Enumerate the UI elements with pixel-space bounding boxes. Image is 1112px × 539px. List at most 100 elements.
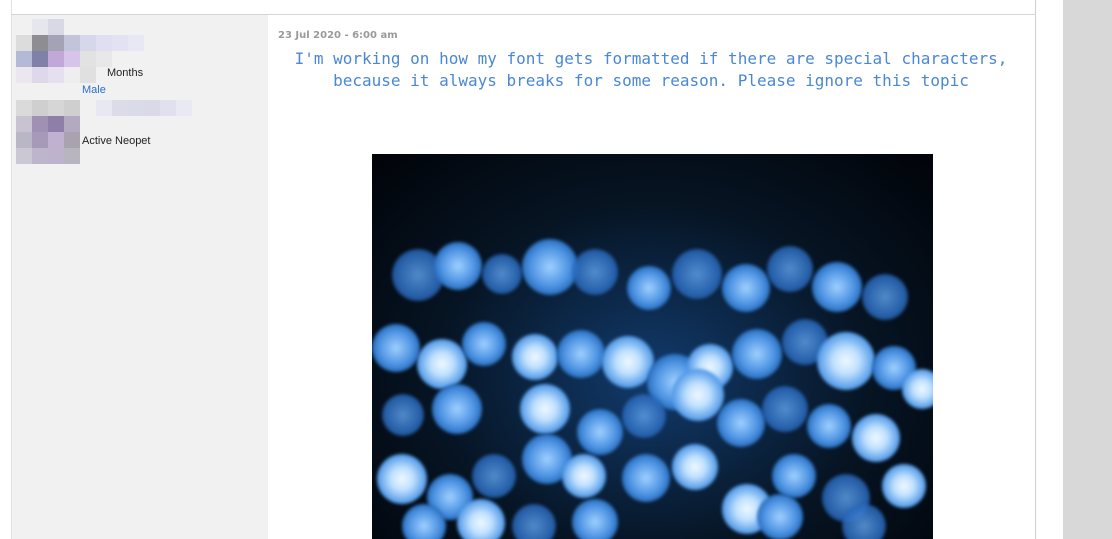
bokeh-light [672,369,724,421]
mosaic-pixel [64,19,80,35]
bokeh-light [472,454,516,498]
bokeh-light [572,499,618,539]
mosaic-pixel [16,19,32,35]
bokeh-light [622,454,670,502]
post-message: I'm working on how my font gets formatte… [294,49,1008,90]
bokeh-light [757,494,803,539]
mosaic-pixel [48,67,64,83]
mosaic-pixel [176,116,192,132]
bokeh-light [462,322,506,366]
bokeh-light [572,249,618,295]
mosaic-pixel [128,148,144,164]
mosaic-pixel [144,148,160,164]
mosaic-pixel [80,67,96,83]
mosaic-pixel [80,148,96,164]
active-neopet-label: Active Neopet [82,135,151,147]
page-scroll-gutter[interactable] [1063,0,1112,539]
bokeh-light [512,504,556,539]
mosaic-pixel [64,51,80,67]
mosaic-pixel [144,116,160,132]
mosaic-pixel [64,132,80,148]
mosaic-pixel [160,148,176,164]
mosaic-pixel [48,132,64,148]
mosaic-pixel [160,100,176,116]
mosaic-pixel [16,116,32,132]
mosaic-pixel [96,19,112,35]
mosaic-pixel [32,35,48,51]
mosaic-pixel [176,132,192,148]
mosaic-pixel [96,116,112,132]
mosaic-pixel [160,132,176,148]
mosaic-pixel [16,35,32,51]
bokeh-light [520,384,570,434]
mosaic-pixel [32,148,48,164]
mosaic-pixel [32,132,48,148]
bokeh-light [382,394,424,436]
author-gender: Male [82,84,106,96]
post-body: 23 Jul 2020 - 6:00 am I'm working on how… [269,15,1035,539]
mosaic-pixel [80,35,96,51]
mosaic-pixel [112,19,128,35]
mosaic-pixel [80,19,96,35]
author-sidebar [12,15,268,539]
mosaic-pixel [128,116,144,132]
bokeh-light [577,409,623,455]
bokeh-light [457,499,505,539]
bokeh-light [762,386,808,432]
mosaic-pixel [32,19,48,35]
mosaic-pixel [112,148,128,164]
forum-page: Months Male Active Neopet 23 Jul 2020 - … [0,0,1112,539]
bokeh-light [522,239,578,295]
mosaic-pixel [128,35,144,51]
account-age-label: Months [107,67,144,79]
mosaic-pixel [48,116,64,132]
mosaic-pixel [48,51,64,67]
mosaic-pixel [48,100,64,116]
bokeh-light [672,249,722,299]
mosaic-pixel [128,100,144,116]
mosaic-pixel [64,35,80,51]
bokeh-light [377,454,427,504]
mosaic-pixel [96,35,112,51]
mosaic-pixel [32,51,48,67]
mosaic-pixel [80,116,96,132]
mosaic-pixel [112,116,128,132]
bokeh-light [842,504,886,539]
bokeh-light [417,339,467,389]
post-timestamp: 23 Jul 2020 - 6:00 am [278,30,398,41]
bokeh-light [432,384,482,434]
bokeh-light [732,329,782,379]
mosaic-pixel [16,148,32,164]
mosaic-pixel [64,148,80,164]
mosaic-pixel [80,100,96,116]
bokeh-light [622,394,666,438]
bokeh-light [852,414,900,462]
mosaic-pixel [16,51,32,67]
bokeh-light [482,254,522,294]
mosaic-pixel [16,100,32,116]
mosaic-pixel [80,51,96,67]
bokeh-light [672,444,718,490]
mosaic-pixel [16,132,32,148]
bokeh-light [562,454,606,498]
bokeh-light [767,246,813,292]
bokeh-light [372,324,420,372]
mosaic-pixel [16,67,32,83]
bokeh-light [627,266,671,310]
mosaic-pixel [128,19,144,35]
blue-bokeh-lights-image [372,154,933,539]
mosaic-pixel [48,35,64,51]
mosaic-pixel [160,116,176,132]
bokeh-light [807,404,851,448]
mosaic-pixel [32,100,48,116]
censored-pet-avatar [16,100,192,164]
mosaic-pixel [32,116,48,132]
mosaic-pixel [128,51,144,67]
mosaic-pixel [176,148,192,164]
mosaic-pixel [64,67,80,83]
bokeh-light [862,274,908,320]
mosaic-pixel [48,19,64,35]
mosaic-pixel [176,100,192,116]
bokeh-light [817,332,875,390]
mosaic-pixel [64,116,80,132]
